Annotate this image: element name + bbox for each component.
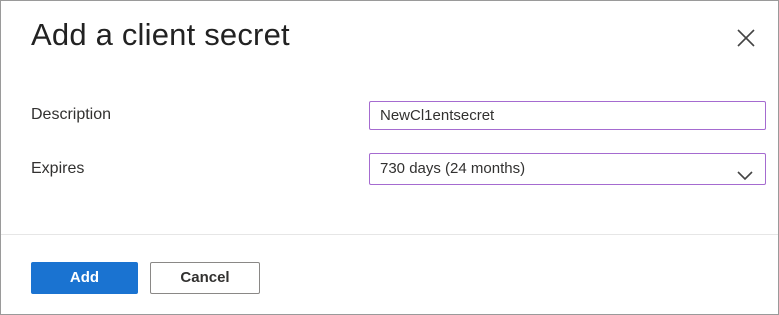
description-label: Description — [31, 106, 112, 123]
chevron-down-icon — [737, 163, 753, 181]
add-client-secret-dialog: Add a client secret Description NewCl1en… — [0, 0, 779, 315]
dialog-title: Add a client secret — [31, 17, 290, 52]
add-button[interactable]: Add — [31, 262, 138, 294]
expires-label: Expires — [31, 160, 85, 177]
cancel-button[interactable]: Cancel — [150, 262, 260, 294]
footer-divider — [1, 234, 778, 235]
description-field[interactable]: NewCl1entsecret — [369, 101, 766, 130]
expires-selected-value: 730 days (24 months) — [380, 160, 526, 177]
expires-dropdown[interactable]: 730 days (24 months) — [369, 153, 766, 185]
close-icon[interactable] — [735, 27, 757, 49]
